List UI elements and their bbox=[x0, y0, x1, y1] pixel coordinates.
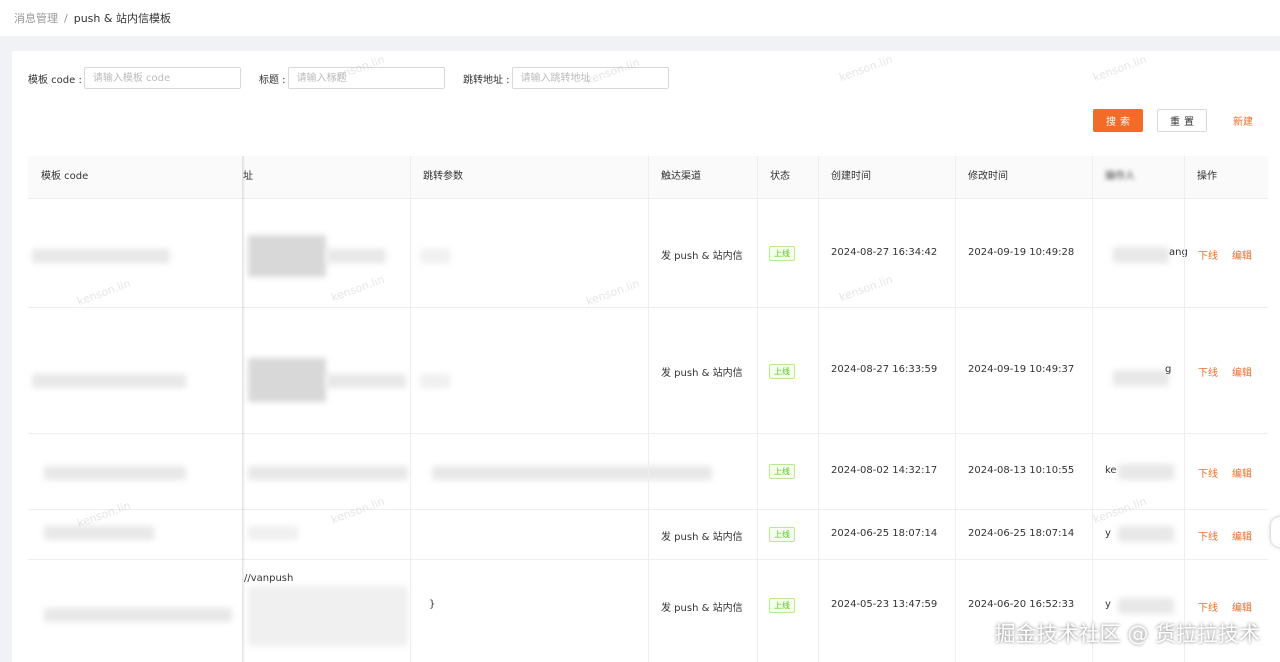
redacted-url bbox=[248, 358, 326, 402]
title-label: 标题 : bbox=[259, 74, 286, 86]
breadcrumb-current: push & 站内信模板 bbox=[73, 12, 171, 25]
column-divider bbox=[818, 156, 819, 662]
jump-url-filter: 跳转地址 : bbox=[463, 66, 669, 90]
operator-cell: g bbox=[1165, 364, 1172, 375]
scroll-handle[interactable] bbox=[1271, 517, 1280, 547]
offline-button[interactable]: 下线 bbox=[1198, 247, 1218, 262]
channel-cell: 发 push & 站内信 bbox=[661, 251, 743, 262]
redacted-operator bbox=[1118, 464, 1174, 480]
top-bar bbox=[0, 0, 1280, 36]
status-badge: 上线 bbox=[769, 527, 795, 542]
created-time-cell: 2024-05-23 13:47:59 bbox=[831, 599, 938, 610]
column-header-template-code[interactable]: 模板 code bbox=[41, 156, 88, 198]
edit-button[interactable]: 编辑 bbox=[1232, 364, 1252, 379]
column-header-jump-params: 跳转参数 bbox=[423, 171, 463, 182]
column-header-channel: 触达渠道 bbox=[661, 171, 701, 182]
redacted-url bbox=[248, 586, 408, 646]
redacted-params bbox=[420, 374, 450, 388]
redacted-code bbox=[44, 466, 186, 480]
status-badge: 上线 bbox=[769, 464, 795, 479]
jump-url-label: 跳转地址 : bbox=[463, 74, 510, 86]
status-badge: 上线 bbox=[769, 246, 795, 261]
redacted-url bbox=[248, 526, 298, 540]
created-time-cell: 2024-08-27 16:33:59 bbox=[831, 364, 938, 375]
created-time-cell: 2024-08-02 14:32:17 bbox=[831, 465, 938, 476]
create-button[interactable]: 新建 bbox=[1226, 109, 1260, 132]
column-divider bbox=[648, 156, 649, 662]
operator-cell: ke bbox=[1105, 465, 1117, 476]
breadcrumb: 消息管理 / push & 站内信模板 bbox=[14, 10, 171, 26]
operator-cell: ang bbox=[1169, 247, 1188, 258]
edit-button[interactable]: 编辑 bbox=[1232, 528, 1252, 543]
redacted-operator bbox=[1113, 370, 1169, 386]
redacted-params bbox=[420, 249, 450, 263]
column-divider bbox=[757, 156, 758, 662]
created-time-cell: 2024-06-25 18:07:14 bbox=[831, 528, 938, 539]
redacted-url bbox=[248, 235, 326, 277]
reset-button[interactable]: 重置 bbox=[1157, 109, 1207, 132]
redacted-operator bbox=[1118, 526, 1174, 542]
created-time-cell: 2024-08-27 16:34:42 bbox=[831, 247, 938, 258]
column-divider bbox=[1092, 156, 1093, 662]
url-cell: //vanpush bbox=[244, 573, 294, 584]
breadcrumb-separator: / bbox=[64, 12, 68, 25]
column-header-operator: 操作人 bbox=[1105, 171, 1135, 182]
column-header-created: 创建时间 bbox=[831, 171, 871, 182]
column-header-actions: 操作 bbox=[1197, 171, 1217, 182]
column-header-modified: 修改时间 bbox=[968, 171, 1008, 182]
modified-time-cell: 2024-06-20 16:52:33 bbox=[968, 599, 1075, 610]
offline-button[interactable]: 下线 bbox=[1198, 599, 1218, 614]
status-badge: 上线 bbox=[769, 364, 795, 379]
channel-cell: 发 push & 站内信 bbox=[661, 368, 743, 379]
offline-button[interactable]: 下线 bbox=[1198, 364, 1218, 379]
column-header-status: 状态 bbox=[770, 171, 790, 182]
offline-button[interactable]: 下线 bbox=[1198, 528, 1218, 543]
operator-cell: y bbox=[1105, 528, 1111, 539]
redacted-code bbox=[32, 374, 186, 388]
redacted-url bbox=[248, 466, 408, 480]
column-divider bbox=[410, 156, 411, 662]
operator-cell: y bbox=[1105, 599, 1111, 610]
modified-time-cell: 2024-09-19 10:49:37 bbox=[968, 364, 1075, 375]
redacted-url bbox=[326, 374, 406, 388]
offline-button[interactable]: 下线 bbox=[1198, 465, 1218, 480]
redacted-params bbox=[432, 466, 712, 480]
footer-watermark: 掘金技术社区 @ 货拉拉技术 bbox=[994, 622, 1260, 646]
template-code-label: 模板 code : bbox=[28, 74, 82, 86]
status-badge: 上线 bbox=[769, 598, 795, 613]
redacted-operator bbox=[1118, 598, 1174, 614]
redacted-operator bbox=[1113, 247, 1169, 263]
redacted-code bbox=[44, 608, 232, 622]
fixed-column-shadow bbox=[242, 156, 245, 662]
redacted-url bbox=[326, 249, 386, 263]
modified-time-cell: 2024-08-13 10:10:55 bbox=[968, 465, 1075, 476]
template-code-input[interactable] bbox=[83, 67, 241, 89]
breadcrumb-parent[interactable]: 消息管理 bbox=[14, 12, 58, 25]
search-button[interactable]: 搜索 bbox=[1093, 109, 1143, 132]
redacted-code bbox=[32, 249, 170, 263]
column-divider bbox=[1184, 156, 1185, 662]
modified-time-cell: 2024-09-19 10:49:28 bbox=[968, 247, 1075, 258]
params-cell: } bbox=[429, 599, 436, 610]
modified-time-cell: 2024-06-25 18:07:14 bbox=[968, 528, 1075, 539]
redacted-code bbox=[44, 526, 154, 540]
channel-cell: 发 push & 站内信 bbox=[661, 532, 743, 543]
edit-button[interactable]: 编辑 bbox=[1232, 247, 1252, 262]
edit-button[interactable]: 编辑 bbox=[1232, 599, 1252, 614]
template-code-filter: 模板 code : bbox=[28, 66, 241, 90]
column-divider bbox=[955, 156, 956, 662]
channel-cell: 发 push & 站内信 bbox=[661, 603, 743, 614]
edit-button[interactable]: 编辑 bbox=[1232, 465, 1252, 480]
